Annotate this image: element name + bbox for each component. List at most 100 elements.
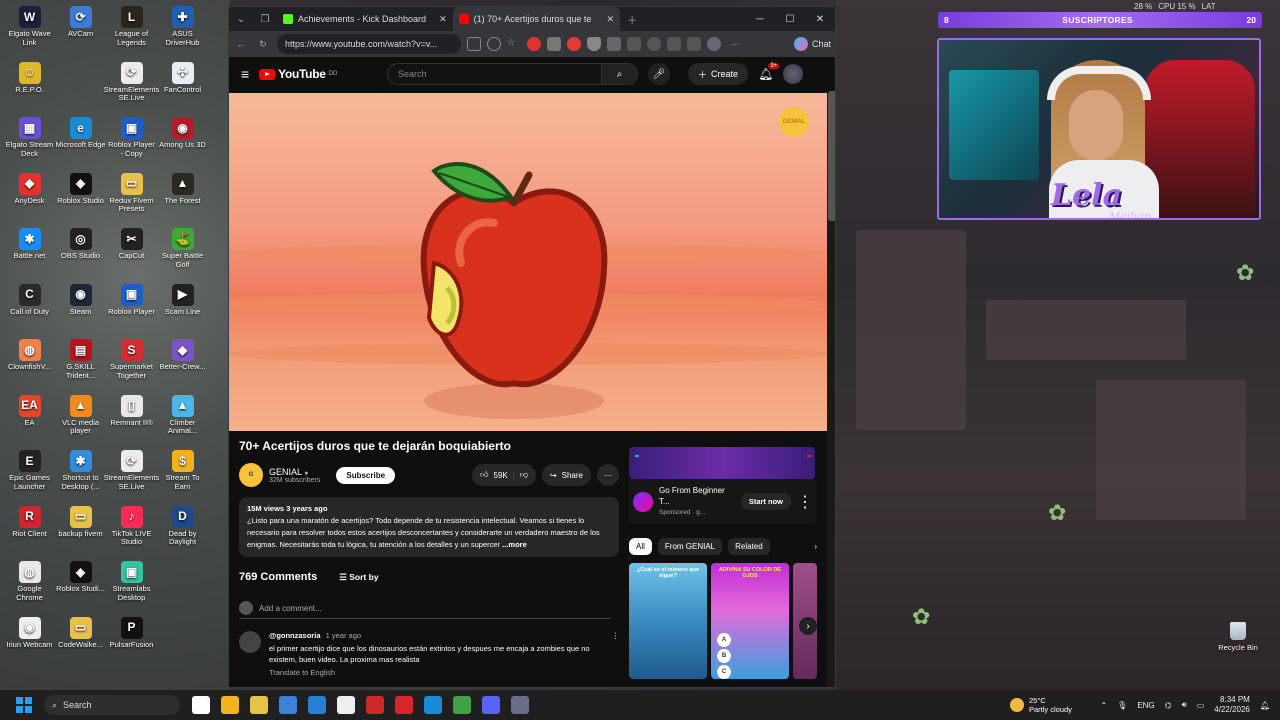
desktop-shortcut[interactable]: e Microsoft Edge xyxy=(55,117,106,173)
desktop-shortcut[interactable]: ▣ Roblox Player - Copy xyxy=(106,117,157,173)
video-description[interactable]: 15M views 3 years ago ¿Listo para una ma… xyxy=(239,497,619,557)
close-icon[interactable]: ✕ xyxy=(439,14,447,25)
ad-banner[interactable] xyxy=(629,447,815,479)
desktop-shortcut[interactable]: ⟳ StreamElements SE.Live xyxy=(104,61,159,118)
desktop-shortcut[interactable]: EA EA xyxy=(4,394,55,451)
desktop-shortcut[interactable]: ▲ Climber Animal... xyxy=(157,394,208,451)
desktop-shortcut[interactable]: ▣ Roblox Player xyxy=(106,283,157,340)
video-player[interactable]: GENIAL xyxy=(229,93,827,431)
chip-related[interactable]: Related xyxy=(728,538,770,555)
subscribe-button[interactable]: Subscribe xyxy=(336,466,396,484)
more-actions-icon[interactable]: ⋯ xyxy=(597,464,619,486)
dislike-icon[interactable]: 👎︎ xyxy=(520,470,528,480)
taskbar-app-icon[interactable] xyxy=(511,696,529,714)
like-count[interactable]: 59K xyxy=(494,471,508,480)
new-tab-icon[interactable]: ＋ xyxy=(620,12,644,27)
taskbar-app-icon[interactable] xyxy=(482,696,500,714)
copilot-chat-button[interactable]: Chat xyxy=(793,37,831,51)
close-window-icon[interactable]: ✕ xyxy=(805,14,835,25)
install-app-icon[interactable] xyxy=(467,37,481,51)
desktop-shortcut[interactable]: P PulsarFusion xyxy=(106,616,157,673)
notifications-bell-icon[interactable]: 🔔︎ xyxy=(1260,701,1270,710)
microphone-icon[interactable]: 🎙︎ xyxy=(1117,701,1127,710)
start-icon[interactable] xyxy=(16,697,32,713)
close-icon[interactable]: ✕ xyxy=(607,14,615,25)
ad-logo[interactable] xyxy=(633,491,653,512)
desktop-shortcut[interactable]: ▤ G.SKILL Trident... xyxy=(55,339,106,395)
desktop-shortcut[interactable]: ✂ CapCut xyxy=(106,228,157,284)
extension-record-icon[interactable] xyxy=(567,37,581,51)
desktop-shortcut[interactable]: ✚ ASUS DriverHub xyxy=(157,6,208,62)
zoom-icon[interactable] xyxy=(487,37,501,51)
search-button[interactable]: ⌕ xyxy=(602,63,639,85)
desktop-shortcut[interactable]: ▭ Redux Fivem Presets xyxy=(106,172,157,229)
taskbar-app-icon[interactable] xyxy=(337,696,355,714)
voice-search-icon[interactable]: 🎤︎ xyxy=(648,63,671,85)
desktop-shortcut[interactable]: ◉ Among Us 3D xyxy=(157,117,208,173)
desktop-shortcut[interactable]: W Elgato Wave Link xyxy=(4,6,55,62)
chevron-right-icon[interactable]: › xyxy=(814,542,817,551)
back-icon[interactable]: ← xyxy=(233,39,249,49)
desktop-shortcut[interactable]: ▦ Elgato Stream Deck xyxy=(4,117,55,173)
clock[interactable]: 8:34 PM 4/22/2026 xyxy=(1214,695,1250,715)
desktop-shortcut[interactable]: ⛳ Super Battle Golf xyxy=(157,228,208,284)
network-icon[interactable]: ⌬ xyxy=(1165,701,1172,710)
recycle-bin[interactable]: Recycle Bin xyxy=(1216,622,1260,652)
ad-text[interactable]: Go From Beginner T... Sponsored · g... xyxy=(659,485,735,518)
desktop-shortcut[interactable]: ▲ VLC media player xyxy=(55,394,106,451)
desktop-shortcut[interactable]: ◉ Steam xyxy=(55,283,106,340)
extension-red-icon[interactable] xyxy=(527,37,541,51)
more-icon[interactable]: ⋯ xyxy=(727,39,743,50)
minimize-icon[interactable]: ─ xyxy=(745,14,775,25)
desktop-shortcut[interactable]: ✱ Shortcut to Desktop (... xyxy=(55,450,106,506)
taskbar-app-icon[interactable] xyxy=(221,696,239,714)
translate-link[interactable]: Translate to English xyxy=(269,668,604,677)
favorite-star-icon[interactable]: ☆ xyxy=(507,37,521,51)
shield-icon[interactable] xyxy=(587,37,601,51)
tab-list-icon[interactable]: ⌄ xyxy=(229,14,253,25)
taskbar-app-icon[interactable] xyxy=(250,696,268,714)
channel-name[interactable]: GENIAL xyxy=(269,467,302,477)
next-arrow-icon[interactable]: › xyxy=(799,617,817,635)
chip-all[interactable]: All xyxy=(629,538,652,555)
desktop-shortcut[interactable]: ◍ Google Chrome xyxy=(4,561,55,617)
desktop-shortcut[interactable]: ♪ TikTok LIVE Studio xyxy=(106,505,157,562)
scroll-thumb[interactable] xyxy=(828,91,835,221)
taskbar-app-icon[interactable] xyxy=(308,696,326,714)
desktop-shortcut[interactable]: L League of Legends xyxy=(106,6,157,62)
desktop-shortcut[interactable]: ◆ Better-Crew... xyxy=(157,339,208,395)
refresh-icon[interactable]: ↻ xyxy=(255,39,271,50)
collections-icon[interactable] xyxy=(687,37,701,51)
desktop-shortcut[interactable]: ▭ CodeWalke... xyxy=(55,616,106,673)
chip-from-genial[interactable]: From GENIAL xyxy=(657,538,723,555)
taskbar-app-icon[interactable] xyxy=(192,696,210,714)
performance-icon[interactable] xyxy=(647,37,661,51)
desktop-shortcut[interactable]: S Supermarket Together xyxy=(106,339,157,395)
desktop-shortcut[interactable]: $ Stream To Earn xyxy=(157,450,208,506)
short-thumbnail[interactable]: ¿Cuál es el número que sigue? xyxy=(629,563,707,679)
desktop-shortcut[interactable]: ▲ The Forest xyxy=(157,172,208,229)
extension-pen-icon[interactable] xyxy=(607,37,621,51)
start-now-button[interactable]: Start now xyxy=(740,493,791,510)
desktop-shortcut[interactable]: ☺ R.E.P.O. xyxy=(4,61,55,118)
notifications-icon[interactable]: 🔔︎ 9+ xyxy=(758,63,780,81)
desktop-shortcut[interactable]: ◆ AnyDesk xyxy=(4,172,55,229)
profile-icon[interactable] xyxy=(707,37,721,51)
desktop-shortcut[interactable]: ▯ Remnant II® xyxy=(106,394,157,451)
avatar[interactable] xyxy=(783,64,804,84)
like-icon[interactable]: 👍︎ xyxy=(480,470,488,480)
url-field[interactable]: https://www.youtube.com/watch?v=v... xyxy=(277,34,461,54)
description-more-link[interactable]: ...more xyxy=(502,540,527,549)
search-input[interactable]: Search xyxy=(387,63,603,85)
workspaces-icon[interactable]: ❐ xyxy=(253,14,277,25)
comment-author[interactable]: @gonnzasoria 1 year ago xyxy=(269,631,604,640)
page-scrollbar[interactable] xyxy=(827,91,835,687)
desktop-shortcut[interactable]: ✱ Battle.net xyxy=(4,228,55,284)
ad-menu-icon[interactable]: ⋮ xyxy=(797,492,813,512)
desktop-shortcut[interactable]: ◈ Roblox Studio xyxy=(55,172,106,229)
desktop-shortcut[interactable]: ◍ ClownfishV... xyxy=(4,339,55,395)
tab-youtube[interactable]: (1) 70+ Acertijos duros que te deja... ✕ xyxy=(452,7,621,31)
comment-username[interactable]: @gonnzasoria xyxy=(269,631,321,640)
commenter-avatar[interactable] xyxy=(239,631,261,653)
taskbar-app-icon[interactable] xyxy=(279,696,297,714)
